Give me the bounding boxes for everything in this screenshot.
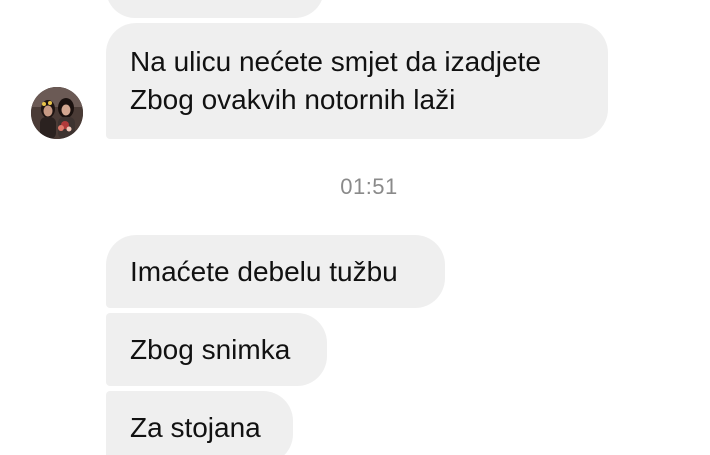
message-bubble[interactable]: Za stojana	[106, 391, 293, 455]
profile-photo-icon[interactable]	[31, 87, 83, 139]
message-text-line: Zbog ovakvih notornih laži	[130, 84, 456, 115]
chat-thread: Na ulicu nećete smjet da izadjete Zbog o…	[0, 0, 710, 455]
message-bubble[interactable]: Zbog snimka	[106, 313, 327, 386]
message-text-line: Zbog snimka	[130, 333, 291, 365]
message-text-line: Na ulicu nećete smjet da izadjete	[130, 46, 541, 77]
message-bubble-previous[interactable]	[106, 0, 324, 18]
message-bubble[interactable]: Imaćete debelu tužbu	[106, 235, 445, 308]
message-text-line: Imaćete debelu tužbu	[130, 255, 398, 287]
message-timestamp: 01:51	[340, 174, 398, 199]
message-text-line: Za stojana	[130, 411, 261, 443]
message-bubble[interactable]: Na ulicu nećete smjet da izadjete Zbog o…	[106, 23, 608, 139]
